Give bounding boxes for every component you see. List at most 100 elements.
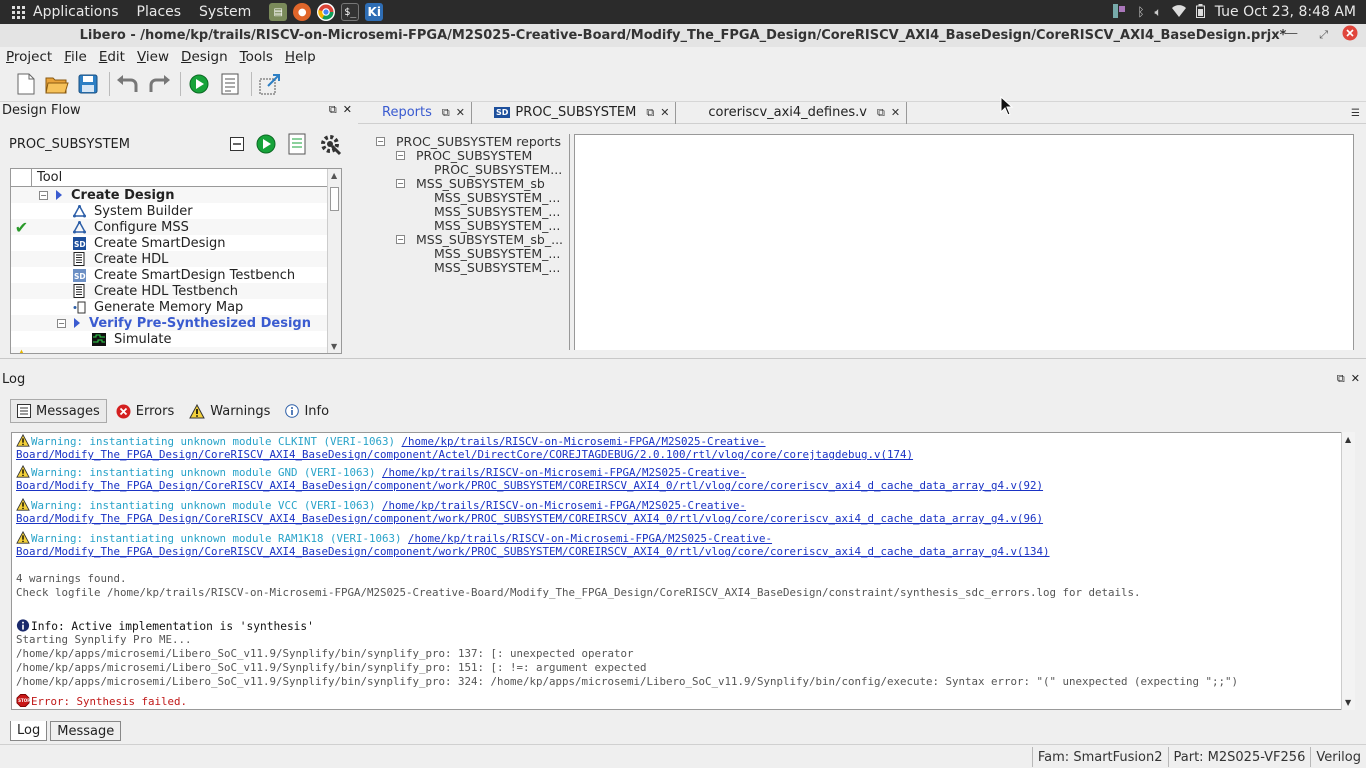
close-panel-icon[interactable]: ✕: [343, 103, 352, 117]
report-leaf[interactable]: MSS_SUBSYSTEM_...: [370, 260, 569, 275]
open-folder-icon[interactable]: [45, 72, 69, 96]
menu-help[interactable]: Help: [279, 49, 322, 65]
tab-messages[interactable]: Messages: [10, 399, 107, 423]
menu-tools[interactable]: Tools: [234, 49, 279, 65]
log-line[interactable]: Warning: instantiating unknown module CL…: [16, 434, 766, 449]
flow-item-warning-partial[interactable]: ▲: [11, 347, 341, 353]
tab-coreriscv-axi4-defines[interactable]: coreriscv_axi4_defines.v ⧉ ✕: [684, 101, 908, 124]
report-leaf[interactable]: MSS_SUBSYSTEM_...: [370, 246, 569, 261]
log-line[interactable]: Board/Modify_The_FPGA_Design/CoreRISCV_A…: [16, 479, 1043, 493]
kicad-launcher-icon[interactable]: Ki: [365, 3, 384, 21]
menu-file[interactable]: File: [58, 49, 93, 65]
scroll-down-icon[interactable]: ▼: [331, 342, 337, 351]
bluetooth-icon[interactable]: ᛒ: [1137, 5, 1144, 19]
scroll-up-icon[interactable]: ▲: [331, 171, 337, 180]
log-line[interactable]: Board/Modify_The_FPGA_Design/CoreRISCV_A…: [16, 545, 1050, 559]
run-flow-icon[interactable]: [187, 72, 211, 96]
report-node[interactable]: − MSS_SUBSYSTEM_sb: [370, 176, 569, 191]
log-file-link[interactable]: /home/kp/trails/RISCV-on-Microsemi-FPGA/…: [382, 499, 746, 512]
tab-message[interactable]: Message: [50, 721, 122, 741]
tab-reports[interactable]: Reports ⧉ ✕: [358, 101, 472, 124]
chrome-launcher-icon[interactable]: [317, 3, 336, 21]
tab-info[interactable]: Info: [279, 399, 335, 423]
report-leaf[interactable]: PROC_SUBSYSTEM...: [370, 162, 569, 177]
tab-list-menu-icon[interactable]: ☰: [1351, 108, 1360, 119]
app-grid-icon[interactable]: [12, 5, 25, 19]
log-line[interactable]: Warning: instantiating unknown module VC…: [16, 498, 746, 513]
log-file-link[interactable]: /home/kp/trails/RISCV-on-Microsemi-FPGA/…: [408, 532, 772, 545]
collapse-icon[interactable]: −: [396, 178, 405, 188]
run-flow-icon[interactable]: [256, 134, 276, 158]
log-file-link[interactable]: Board/Modify_The_FPGA_Design/CoreRISCV_A…: [16, 479, 1043, 492]
maximize-icon[interactable]: ⤢: [1319, 28, 1328, 42]
collapse-icon[interactable]: −: [376, 136, 385, 146]
user-icon[interactable]: [1111, 3, 1127, 22]
close-tab-icon[interactable]: ✕: [660, 106, 669, 119]
tab-proc-subsystem[interactable]: SD PROC_SUBSYSTEM ⧉ ✕: [480, 101, 677, 124]
float-panel-icon[interactable]: ⧉: [329, 103, 337, 117]
flow-item-create-hdl-testbench[interactable]: Create HDL Testbench: [11, 283, 341, 299]
volume-icon[interactable]: 🔈︎: [1155, 5, 1162, 20]
log-file-link[interactable]: Board/Modify_The_FPGA_Design/CoreRISCV_A…: [16, 545, 1050, 558]
redo-icon[interactable]: [147, 72, 171, 96]
flow-item-system-builder[interactable]: System Builder: [11, 203, 341, 219]
new-file-icon[interactable]: [14, 72, 38, 96]
log-file-link[interactable]: /home/kp/trails/RISCV-on-Microsemi-FPGA/…: [402, 435, 766, 448]
minimize-icon[interactable]: —: [1285, 26, 1298, 41]
scroll-down-icon[interactable]: ▼: [1345, 698, 1351, 707]
report-icon[interactable]: [218, 72, 242, 96]
log-file-link[interactable]: /home/kp/trails/RISCV-on-Microsemi-FPGA/…: [382, 466, 746, 479]
menu-edit[interactable]: Edit: [93, 49, 131, 65]
undo-icon[interactable]: [116, 72, 140, 96]
collapse-icon[interactable]: −: [396, 150, 405, 160]
tool-column-header[interactable]: Tool: [11, 169, 341, 187]
collapse-all-icon[interactable]: [230, 137, 244, 155]
report-leaf[interactable]: MSS_SUBSYSTEM_...: [370, 218, 569, 233]
save-icon[interactable]: [76, 72, 100, 96]
battery-icon[interactable]: [1195, 3, 1205, 21]
flow-item-create-hdl[interactable]: Create HDL: [11, 251, 341, 267]
clock[interactable]: Tue Oct 23, 8:48 AM: [1215, 4, 1356, 20]
window-title-bar[interactable]: Libero - /home/kp/trails/RISCV-on-Micros…: [0, 24, 1366, 47]
flow-report-icon[interactable]: [288, 133, 306, 159]
collapse-icon[interactable]: −: [396, 234, 405, 244]
log-file-link[interactable]: Board/Modify_The_FPGA_Design/CoreRISCV_A…: [16, 448, 913, 461]
firefox-launcher-icon[interactable]: ●: [293, 3, 312, 21]
flow-item-generate-memory-map[interactable]: Generate Memory Map: [11, 299, 341, 315]
flow-item-create-smartdesign[interactable]: SD Create SmartDesign: [11, 235, 341, 251]
file-manager-launcher-icon[interactable]: ▤: [269, 3, 288, 21]
flow-item-create-smartdesign-testbench[interactable]: SD Create SmartDesign Testbench: [11, 267, 341, 283]
report-leaf[interactable]: MSS_SUBSYSTEM_...: [370, 204, 569, 219]
tab-errors[interactable]: Errors: [110, 399, 180, 423]
flow-item-create-design[interactable]: − Create Design: [11, 187, 341, 203]
menu-design[interactable]: Design: [175, 49, 234, 65]
log-line[interactable]: Board/Modify_The_FPGA_Design/CoreRISCV_A…: [16, 448, 913, 462]
tab-warnings[interactable]: Warnings: [183, 399, 276, 423]
menu-view[interactable]: View: [131, 49, 175, 65]
collapse-icon[interactable]: −: [39, 190, 48, 200]
wifi-icon[interactable]: [1171, 4, 1186, 20]
terminal-launcher-icon[interactable]: $_: [341, 3, 360, 21]
close-tab-icon[interactable]: ✕: [891, 106, 900, 119]
log-scrollbar[interactable]: ▲ ▼: [1341, 432, 1355, 710]
collapse-icon[interactable]: −: [57, 318, 66, 328]
system-menu-system[interactable]: System: [199, 4, 251, 20]
report-node[interactable]: − PROC_SUBSYSTEM: [370, 148, 569, 163]
log-line[interactable]: Warning: instantiating unknown module RA…: [16, 531, 772, 546]
float-panel-icon[interactable]: ⧉: [1337, 372, 1345, 386]
flow-options-gear-icon[interactable]: [318, 132, 342, 160]
report-node[interactable]: − PROC_SUBSYSTEM reports: [370, 134, 569, 149]
flow-item-verify-pre-synthesized-design[interactable]: − Verify Pre-Synthesized Design: [11, 315, 341, 331]
flow-item-configure-mss[interactable]: ✔ Configure MSS: [11, 218, 341, 237]
close-panel-icon[interactable]: ✕: [1351, 372, 1360, 386]
report-leaf[interactable]: MSS_SUBSYSTEM_...: [370, 190, 569, 205]
menu-project[interactable]: Project: [0, 49, 58, 65]
system-menu-places[interactable]: Places: [137, 4, 182, 20]
log-line[interactable]: Warning: instantiating unknown module GN…: [16, 465, 746, 480]
system-menu-applications[interactable]: Applications: [33, 4, 119, 20]
tab-log[interactable]: Log: [10, 721, 48, 741]
panel-splitter[interactable]: [0, 358, 1366, 368]
float-tab-icon[interactable]: ⧉: [646, 106, 654, 120]
close-tab-icon[interactable]: ✕: [456, 106, 465, 119]
log-file-link[interactable]: Board/Modify_The_FPGA_Design/CoreRISCV_A…: [16, 512, 1043, 525]
